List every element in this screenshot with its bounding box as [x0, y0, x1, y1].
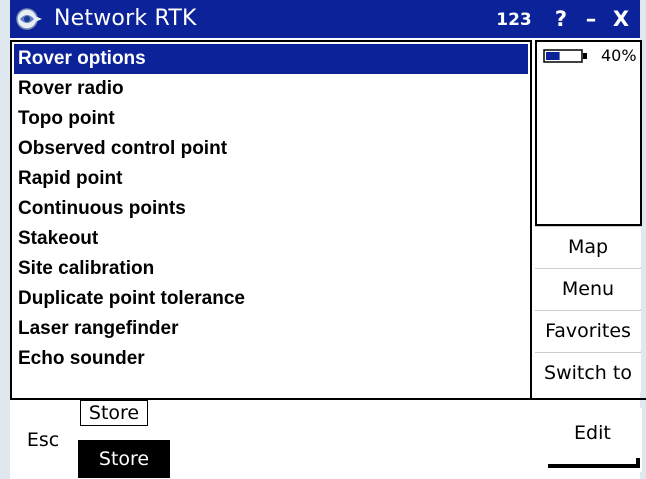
window-title: Network RTK [54, 6, 197, 31]
list-item-rover-radio[interactable]: Rover radio [14, 74, 528, 104]
minimize-button[interactable]: – [577, 6, 605, 32]
store-tooltip: Store [80, 400, 148, 426]
switch-to-button-label: Switch to [544, 362, 632, 384]
favorites-button[interactable]: Favorites [535, 310, 641, 351]
list-item-continuous-points[interactable]: Continuous points [14, 194, 528, 224]
menu-button-label: Menu [561, 278, 615, 300]
app-logo-icon[interactable] [16, 6, 44, 32]
edit-button-label: Edit [574, 422, 611, 444]
battery-level-text: 40% [601, 46, 637, 65]
store-button[interactable]: Store [78, 440, 170, 478]
list-item-echo-sounder[interactable]: Echo sounder [14, 344, 528, 374]
list-item-site-calibration[interactable]: Site calibration [14, 254, 528, 284]
list-item-rapid-point[interactable]: Rapid point [14, 164, 528, 194]
list-item-stakeout[interactable]: Stakeout [14, 224, 528, 254]
input-mode-indicator[interactable]: 123 [488, 8, 540, 32]
list-item-topo-point[interactable]: Topo point [14, 104, 528, 134]
map-button-label: Map [567, 236, 609, 258]
window-left-border [0, 0, 10, 479]
list-item-laser-rangefinder[interactable]: Laser rangefinder [14, 314, 528, 344]
title-bar: Network RTK 123 ? – X [10, 0, 640, 38]
help-button[interactable]: ? [547, 6, 575, 32]
status-pane: 40% [535, 40, 642, 226]
menu-button[interactable]: Menu [535, 268, 641, 309]
battery-icon[interactable] [543, 48, 589, 64]
list-item-observed-control-point[interactable]: Observed control point [14, 134, 528, 164]
edit-button[interactable]: Edit [538, 408, 642, 472]
favorites-button-label: Favorites [545, 320, 631, 342]
map-button[interactable]: Map [535, 226, 641, 267]
list-item-rover-options[interactable]: Rover options [14, 44, 528, 74]
edit-bracket-icon [548, 458, 640, 468]
list-item-duplicate-point-tolerance[interactable]: Duplicate point tolerance [14, 284, 528, 314]
menu-list: Rover options Rover radio Topo point Obs… [10, 40, 532, 400]
esc-button[interactable]: Esc [10, 408, 76, 472]
close-button[interactable]: X [607, 6, 635, 32]
switch-to-button[interactable]: Switch to [535, 352, 641, 393]
